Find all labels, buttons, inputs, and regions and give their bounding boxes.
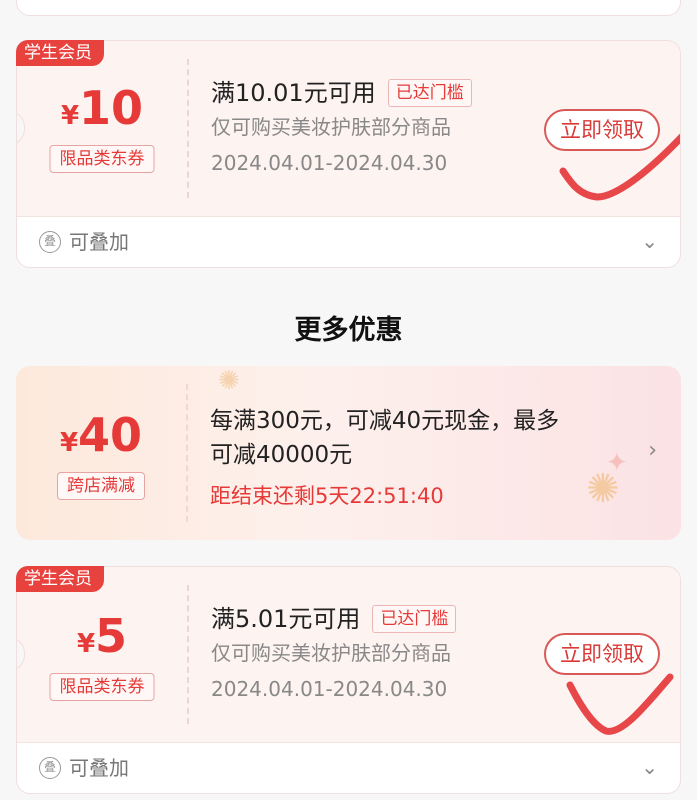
student-member-badge: 学生会员 bbox=[16, 40, 104, 66]
chevron-down-icon[interactable]: ⌄ bbox=[641, 229, 658, 253]
coupon-type-tag: 限品类东券 bbox=[49, 145, 155, 173]
stackable-icon: 叠 bbox=[39, 757, 61, 779]
coupon-ticket: ¥5 限品类东券 满5.01元可用 已达门槛 仅可购买美妆护肤部分商品 2024… bbox=[17, 567, 680, 743]
coupon-value-column: ¥5 限品类东券 bbox=[17, 567, 187, 742]
coupon-validity: 2024.04.01-2024.04.30 bbox=[211, 677, 448, 701]
student-member-badge: 学生会员 bbox=[16, 566, 104, 592]
promo-description-line2: 可减40000元 bbox=[210, 442, 353, 468]
promo-card[interactable]: ✺ ✺ ✦ ¥40 跨店满减 每满300元，可减40元现金，最多 可减40000… bbox=[16, 366, 681, 540]
chevron-right-icon[interactable]: › bbox=[648, 438, 657, 463]
threshold-reached-tag: 已达门槛 bbox=[387, 79, 472, 107]
promo-info: 每满300元，可减40元现金，最多 可减40000元 距结束还剩5天22:51:… bbox=[210, 404, 621, 510]
section-title: 更多优惠 bbox=[294, 315, 403, 346]
claim-now-button[interactable]: 立即领取 bbox=[544, 109, 660, 151]
chevron-down-icon[interactable]: ⌄ bbox=[641, 755, 658, 779]
coupon-condition: 满5.01元可用 bbox=[211, 605, 361, 633]
dashed-divider bbox=[187, 585, 189, 724]
stackable-label: 可叠加 bbox=[69, 756, 129, 780]
amount-value: 40 bbox=[78, 408, 143, 462]
threshold-reached-tag: 已达门槛 bbox=[372, 605, 457, 633]
coupon-type-tag: 限品类东券 bbox=[49, 673, 155, 701]
coupon-footer: 叠 可叠加 ⌄ bbox=[17, 743, 680, 793]
coupon-card-5: ¥5 限品类东券 满5.01元可用 已达门槛 仅可购买美妆护肤部分商品 2024… bbox=[16, 566, 681, 794]
coupon-card-10: ¥10 限品类东券 满10.01元可用 已达门槛 仅可购买美妆护肤部分商品 20… bbox=[16, 40, 681, 268]
previous-coupon-card-edge bbox=[16, 0, 681, 16]
coupon-ticket: ¥10 限品类东券 满10.01元可用 已达门槛 仅可购买美妆护肤部分商品 20… bbox=[17, 41, 680, 217]
currency-symbol: ¥ bbox=[60, 101, 80, 131]
stackable-label: 可叠加 bbox=[69, 230, 129, 254]
claim-now-button[interactable]: 立即领取 bbox=[544, 633, 660, 675]
sparkle-decoration: ✺ bbox=[218, 366, 240, 396]
currency-symbol: ¥ bbox=[76, 629, 96, 659]
promo-countdown: 距结束还剩5天22:51:40 bbox=[210, 484, 444, 508]
promo-type-tag: 跨店满减 bbox=[57, 472, 145, 500]
stackable-icon: 叠 bbox=[39, 231, 61, 253]
promo-value-column: ¥40 跨店满减 bbox=[16, 366, 186, 540]
promo-description-line1: 每满300元，可减40元现金，最多 bbox=[210, 408, 560, 434]
coupon-value-column: ¥10 限品类东券 bbox=[17, 41, 187, 216]
currency-symbol: ¥ bbox=[59, 428, 79, 458]
coupon-amount: ¥10 bbox=[17, 81, 187, 135]
coupon-amount: ¥5 bbox=[17, 609, 187, 663]
dashed-divider bbox=[186, 384, 188, 522]
amount-value: 5 bbox=[95, 609, 128, 663]
promo-amount: ¥40 bbox=[16, 408, 186, 462]
amount-value: 10 bbox=[79, 81, 144, 135]
coupon-condition: 满10.01元可用 bbox=[211, 79, 376, 107]
coupon-footer: 叠 可叠加 ⌄ bbox=[17, 217, 680, 267]
dashed-divider bbox=[187, 59, 189, 198]
